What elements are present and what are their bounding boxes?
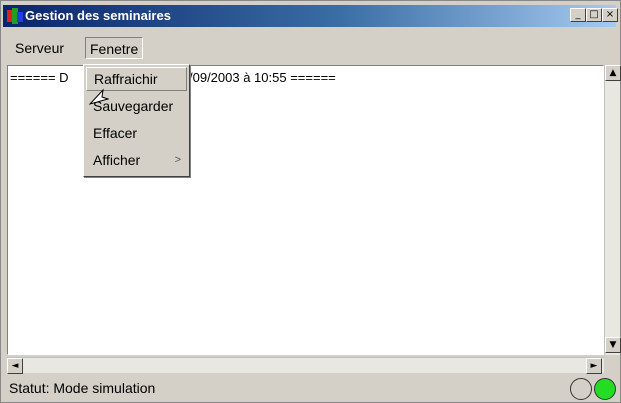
log-line-start: ====== D <box>10 70 69 85</box>
maximize-button[interactable]: □ <box>586 8 602 22</box>
submenu-arrow-icon: > <box>174 154 181 166</box>
status-bar: Statut: Mode simulation <box>7 376 616 400</box>
title-bar[interactable]: Gestion des seminaires _ □ × <box>3 5 618 27</box>
menu-fenetre[interactable]: Fenetre <box>85 37 144 59</box>
vertical-scrollbar[interactable]: ▲ ▼ <box>604 65 621 355</box>
app-logo-icon <box>7 8 23 24</box>
fenetre-dropdown-menu: Raffraichir Sauvegarder Effacer Afficher… <box>83 64 190 177</box>
horizontal-scrollbar[interactable]: ◄ ► <box>7 357 604 374</box>
menu-serveur[interactable]: Serveur <box>11 37 68 59</box>
scroll-left-icon[interactable]: ◄ <box>7 358 23 374</box>
scroll-right-icon[interactable]: ► <box>586 358 602 374</box>
menu-item-afficher[interactable]: Afficher > <box>86 148 187 172</box>
window-title: Gestion des seminaires <box>25 8 171 23</box>
close-button[interactable]: × <box>602 8 618 22</box>
led-on-indicator-icon <box>594 378 616 400</box>
status-text: Statut: Mode simulation <box>9 380 156 396</box>
app-window: Gestion des seminaires _ □ × Serveur Fen… <box>0 0 621 403</box>
menu-item-effacer[interactable]: Effacer <box>86 121 187 145</box>
menu-bar: Serveur Fenetre <box>3 35 616 61</box>
log-line-end: /09/2003 à 10:55 ====== <box>189 70 336 85</box>
scroll-up-icon[interactable]: ▲ <box>605 65 621 81</box>
minimize-button[interactable]: _ <box>570 8 586 22</box>
afficher-label: Afficher <box>93 152 141 168</box>
led-off-indicator-icon <box>570 378 592 400</box>
scroll-down-icon[interactable]: ▼ <box>605 337 621 353</box>
mouse-cursor-icon <box>89 88 109 105</box>
